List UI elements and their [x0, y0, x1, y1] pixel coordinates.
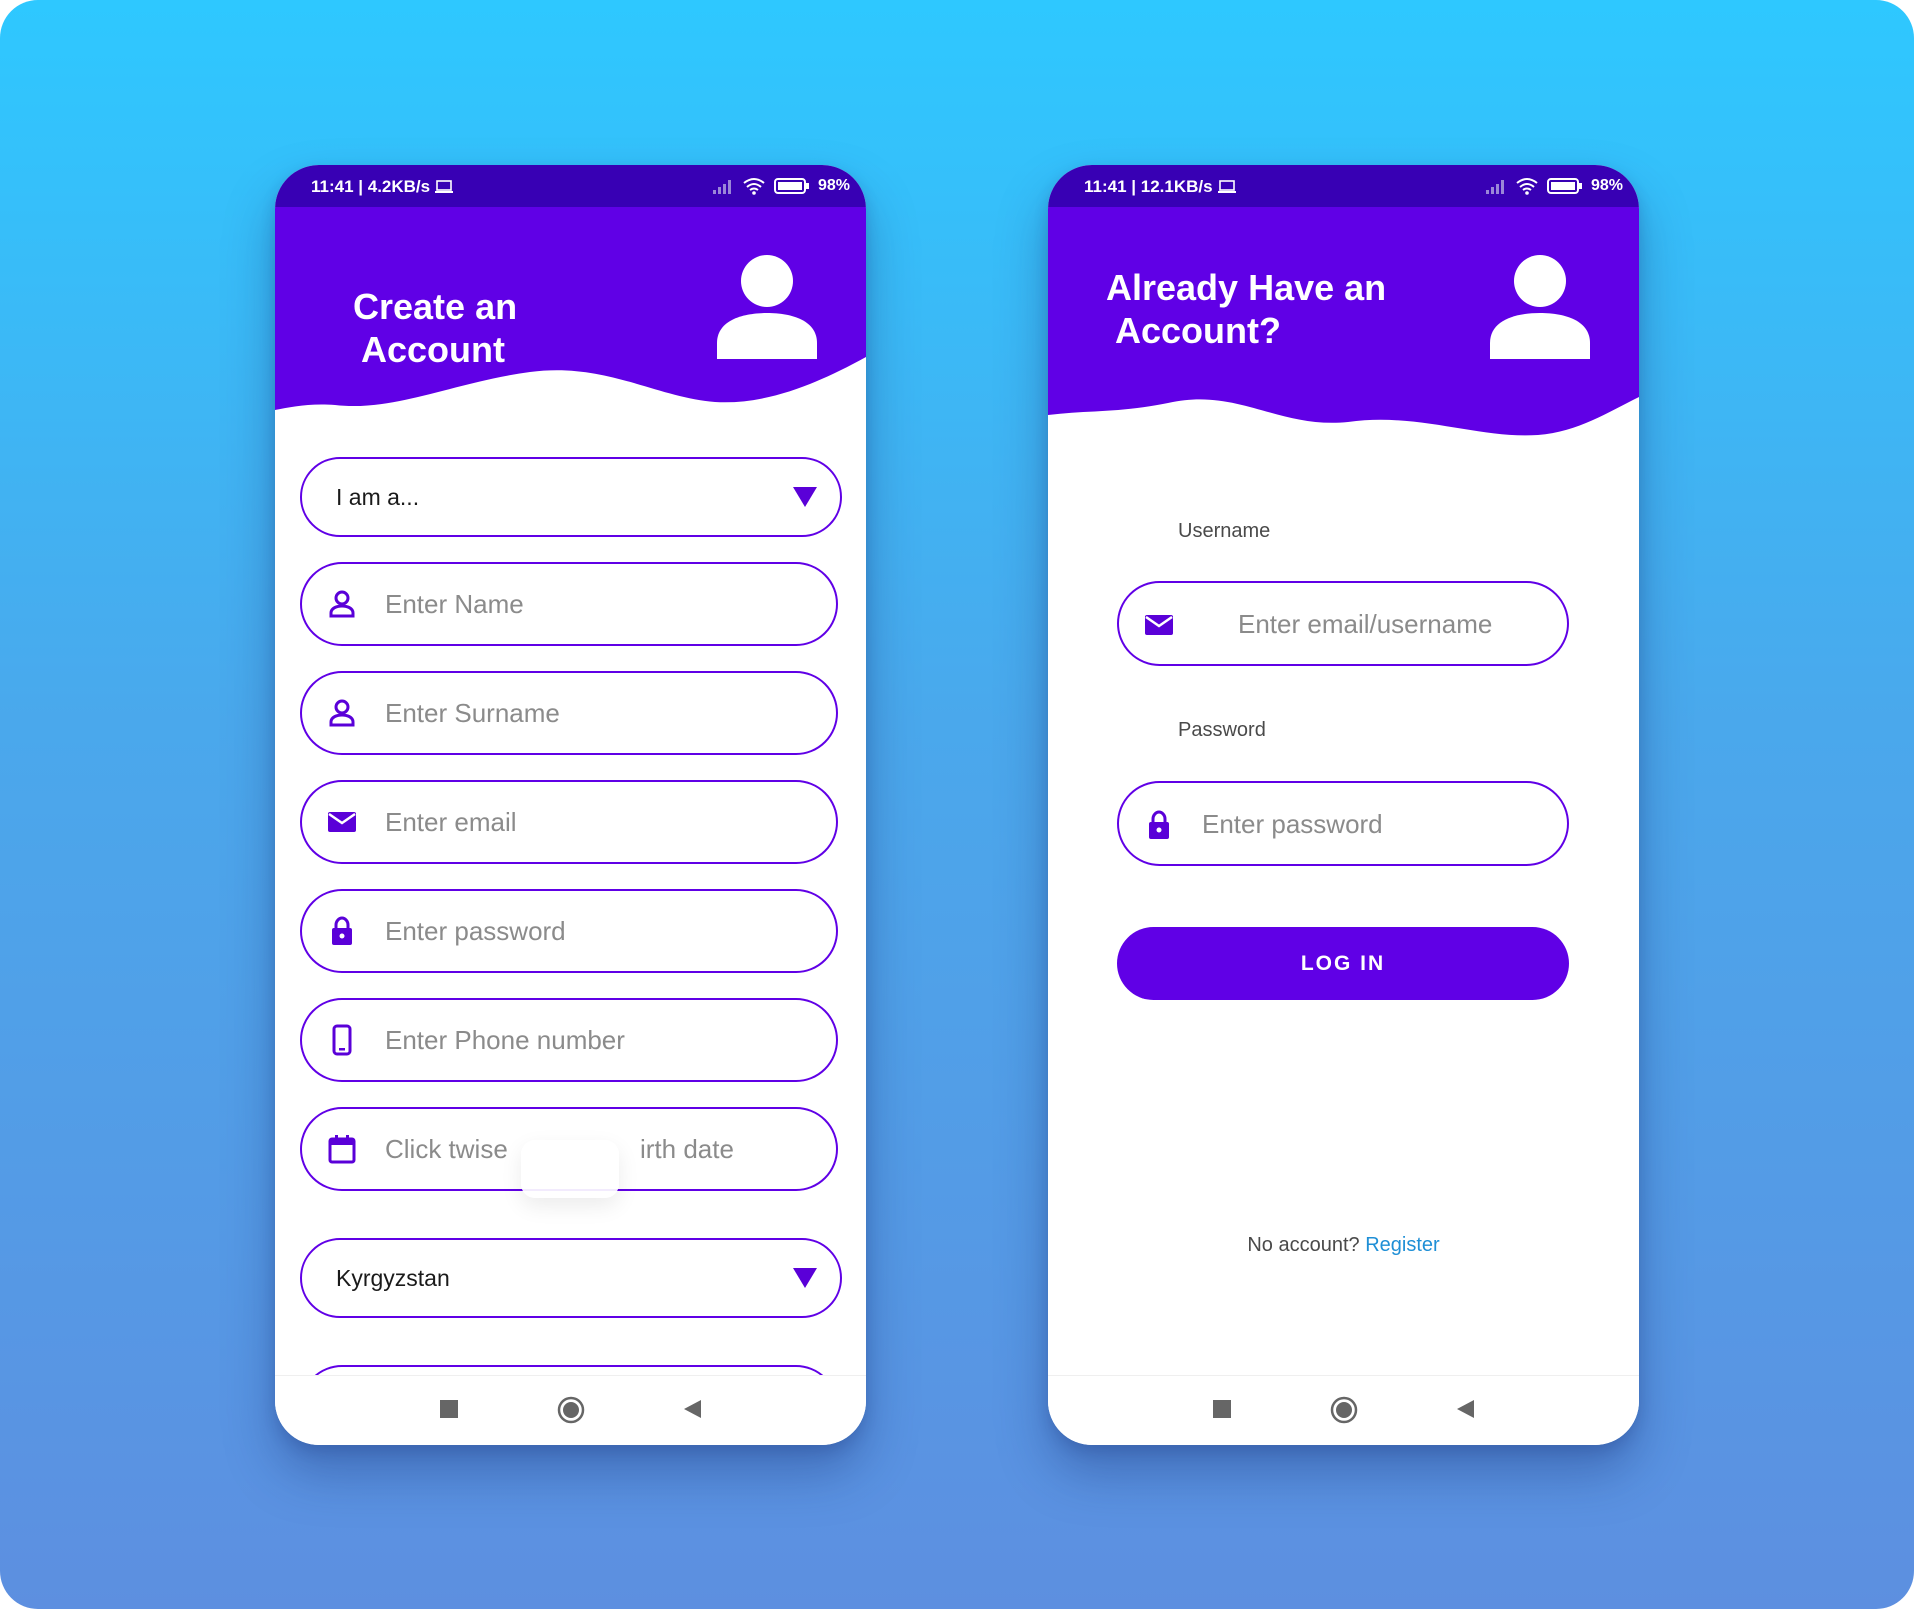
password-placeholder: Enter password — [385, 916, 566, 946]
role-select[interactable]: I am a... — [300, 457, 842, 537]
birthdate-placeholder-start: Click twise — [385, 1134, 508, 1164]
back-icon[interactable] — [1454, 1398, 1476, 1420]
home-icon[interactable] — [556, 1395, 586, 1425]
mail-icon — [1145, 615, 1173, 635]
battery-percent: 98% — [817, 177, 850, 194]
nav-bar — [1048, 1375, 1639, 1445]
status-time: 11:41 | 12.1KB/s — [1084, 177, 1213, 196]
register-screen: 11:41 | 4.2KB/s 98% Create an Account I … — [275, 165, 866, 1445]
password-input[interactable]: Enter password — [300, 889, 838, 973]
phone-input[interactable]: Enter Phone number — [300, 998, 838, 1082]
username-label: Username — [1178, 520, 1271, 542]
page-title: Create an Account — [353, 286, 518, 370]
phone-placeholder: Enter Phone number — [385, 1025, 625, 1055]
recent-apps-icon[interactable] — [1211, 1398, 1233, 1420]
background: 11:41 | 4.2KB/s 98% Create an Account I … — [0, 0, 1914, 1609]
country-select[interactable]: Kyrgyzstan — [300, 1238, 842, 1318]
dropdown-arrow-icon — [793, 1268, 817, 1288]
battery-icon — [1546, 178, 1582, 194]
lock-icon — [332, 916, 352, 945]
name-input[interactable]: Enter Name — [300, 562, 838, 646]
username-placeholder: Enter email/username — [1238, 609, 1493, 639]
password-placeholder: Enter password — [1202, 809, 1383, 839]
laptop-icon — [1217, 180, 1236, 193]
status-time: 11:41 | 4.2KB/s — [311, 177, 431, 196]
wifi-icon — [743, 178, 765, 195]
no-account-text: No account? — [1247, 1234, 1360, 1256]
signal-icon — [712, 180, 731, 194]
login-screen: 11:41 | 12.1KB/s 98% Already Have an Acc… — [1048, 165, 1639, 1445]
password-label: Password — [1178, 719, 1266, 741]
login-button[interactable]: LOG IN — [1117, 927, 1569, 1000]
laptop-icon — [435, 180, 454, 193]
lock-icon — [1149, 810, 1169, 839]
battery-icon — [773, 178, 809, 194]
role-select-value: I am a... — [336, 484, 420, 510]
register-link[interactable]: Register — [1365, 1234, 1439, 1256]
status-bar: 11:41 | 4.2KB/s 98% — [275, 165, 866, 207]
country-select-value: Kyrgyzstan — [336, 1265, 450, 1291]
birthdate-placeholder-end: irth date — [640, 1134, 734, 1164]
dropdown-arrow-icon — [793, 487, 817, 507]
signal-icon — [1485, 180, 1504, 194]
battery-percent: 98% — [1590, 177, 1623, 194]
home-icon[interactable] — [1329, 1395, 1359, 1425]
nav-bar — [275, 1375, 866, 1445]
mail-icon — [328, 812, 356, 832]
person-icon — [329, 699, 355, 727]
avatar-icon — [717, 255, 817, 359]
status-bar: 11:41 | 12.1KB/s 98% — [1048, 165, 1639, 207]
calendar-icon — [328, 1135, 356, 1164]
phone-icon — [332, 1024, 352, 1056]
surname-input[interactable]: Enter Surname — [300, 671, 838, 755]
register-prompt: No account? Register — [1048, 1234, 1639, 1257]
email-input[interactable]: Enter email — [300, 780, 838, 864]
username-input[interactable]: Enter email/username — [1117, 581, 1569, 666]
wifi-icon — [1516, 178, 1538, 195]
person-icon — [329, 590, 355, 618]
email-placeholder: Enter email — [385, 807, 517, 837]
surname-placeholder: Enter Surname — [385, 698, 560, 728]
password-input[interactable]: Enter password — [1117, 781, 1569, 866]
recent-apps-icon[interactable] — [438, 1398, 460, 1420]
back-icon[interactable] — [681, 1398, 703, 1420]
name-placeholder: Enter Name — [385, 589, 524, 619]
toast-overlay — [521, 1140, 619, 1198]
page-title: Already Have an Account? — [1106, 267, 1387, 351]
avatar-icon — [1490, 255, 1590, 359]
